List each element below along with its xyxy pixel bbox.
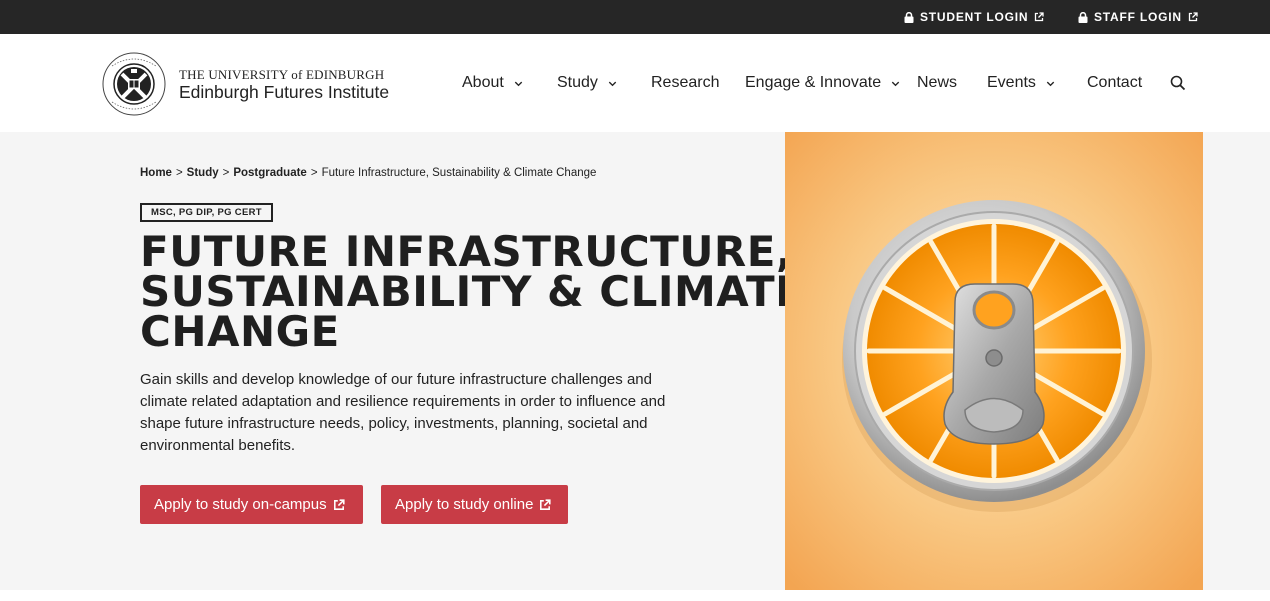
programme-description: Gain skills and develop knowledge of our… bbox=[140, 371, 666, 454]
university-crest-icon bbox=[102, 52, 166, 116]
apply-online-button[interactable]: Apply to study online bbox=[381, 485, 568, 524]
external-link-icon bbox=[1035, 12, 1045, 22]
section-divider bbox=[0, 590, 1270, 601]
student-login-label: STUDENT LOGIN bbox=[920, 10, 1029, 24]
breadcrumb-separator: > bbox=[222, 167, 230, 179]
staff-login-link[interactable]: STAFF LOGIN bbox=[1078, 0, 1198, 34]
nav-item-label: About bbox=[462, 74, 504, 91]
nav-item-label: Engage & Innovate bbox=[745, 74, 882, 91]
site-header: THE UNIVERSITY of EDINBURGH Edinburgh Fu… bbox=[0, 34, 1270, 132]
nav-item-label: Events bbox=[987, 74, 1036, 91]
nav-item-engage-innovate[interactable]: Engage & Innovate bbox=[745, 74, 901, 92]
title-line: FUTURE INFRASTRUCTURE, bbox=[140, 227, 793, 276]
apply-online-label: Apply to study online bbox=[395, 496, 534, 513]
chevron-down-icon bbox=[514, 81, 523, 86]
page-title: FUTURE INFRASTRUCTURE, SUSTAINABILITY & … bbox=[140, 227, 805, 356]
logo-institute-name: Edinburgh Futures Institute bbox=[179, 81, 390, 102]
chevron-down-icon bbox=[1046, 81, 1055, 86]
external-link-icon bbox=[333, 498, 345, 510]
nav-item-label: Study bbox=[557, 74, 598, 91]
external-link-icon bbox=[540, 498, 552, 510]
nav-item-label: News bbox=[917, 74, 958, 91]
logo-university-name: THE UNIVERSITY of EDINBURGH bbox=[179, 66, 385, 82]
breadcrumb-separator: > bbox=[310, 167, 318, 179]
apply-on-campus-button[interactable]: Apply to study on-campus bbox=[140, 485, 363, 524]
breadcrumb-home[interactable]: Home bbox=[140, 167, 172, 179]
breadcrumb-study[interactable]: Study bbox=[187, 167, 219, 179]
qualification-badge: MSC, PG DIP, PG CERT bbox=[140, 203, 273, 222]
nav-item-label: Research bbox=[651, 74, 720, 91]
site-logo[interactable]: THE UNIVERSITY of EDINBURGH Edinburgh Fu… bbox=[102, 52, 389, 116]
chevron-down-icon bbox=[608, 81, 617, 86]
apply-on-campus-label: Apply to study on-campus bbox=[154, 496, 327, 513]
breadcrumb-current: Future Infrastructure, Sustainability & … bbox=[321, 167, 597, 179]
nav-item-events[interactable]: Events bbox=[987, 74, 1056, 92]
search-button[interactable] bbox=[1170, 75, 1186, 96]
nav-item-contact[interactable]: Contact bbox=[1087, 74, 1142, 92]
utility-bar: STUDENT LOGIN STAFF LOGIN bbox=[0, 0, 1270, 34]
breadcrumb-postgraduate[interactable]: Postgraduate bbox=[233, 167, 307, 179]
nav-item-about[interactable]: About bbox=[462, 74, 524, 92]
title-line: SUSTAINABILITY & CLIMATE bbox=[140, 267, 805, 316]
nav-item-label: Contact bbox=[1087, 74, 1143, 91]
breadcrumb-separator: > bbox=[175, 167, 183, 179]
search-icon bbox=[1170, 75, 1186, 91]
lock-icon bbox=[904, 11, 914, 23]
student-login-link[interactable]: STUDENT LOGIN bbox=[904, 0, 1045, 34]
lock-icon bbox=[1078, 11, 1088, 23]
title-line: CHANGE bbox=[140, 307, 340, 356]
breadcrumb: Home > Study > Postgraduate > Future Infrastru… bbox=[140, 167, 596, 179]
nav-item-research[interactable]: Research bbox=[651, 74, 719, 92]
chevron-down-icon bbox=[891, 81, 900, 86]
nav-item-news[interactable]: News bbox=[917, 74, 957, 92]
nav-item-study[interactable]: Study bbox=[557, 74, 618, 92]
orange-can-lid-image bbox=[785, 132, 1203, 590]
hero-image bbox=[785, 132, 1203, 590]
staff-login-label: STAFF LOGIN bbox=[1094, 10, 1182, 24]
external-link-icon bbox=[1188, 12, 1198, 22]
